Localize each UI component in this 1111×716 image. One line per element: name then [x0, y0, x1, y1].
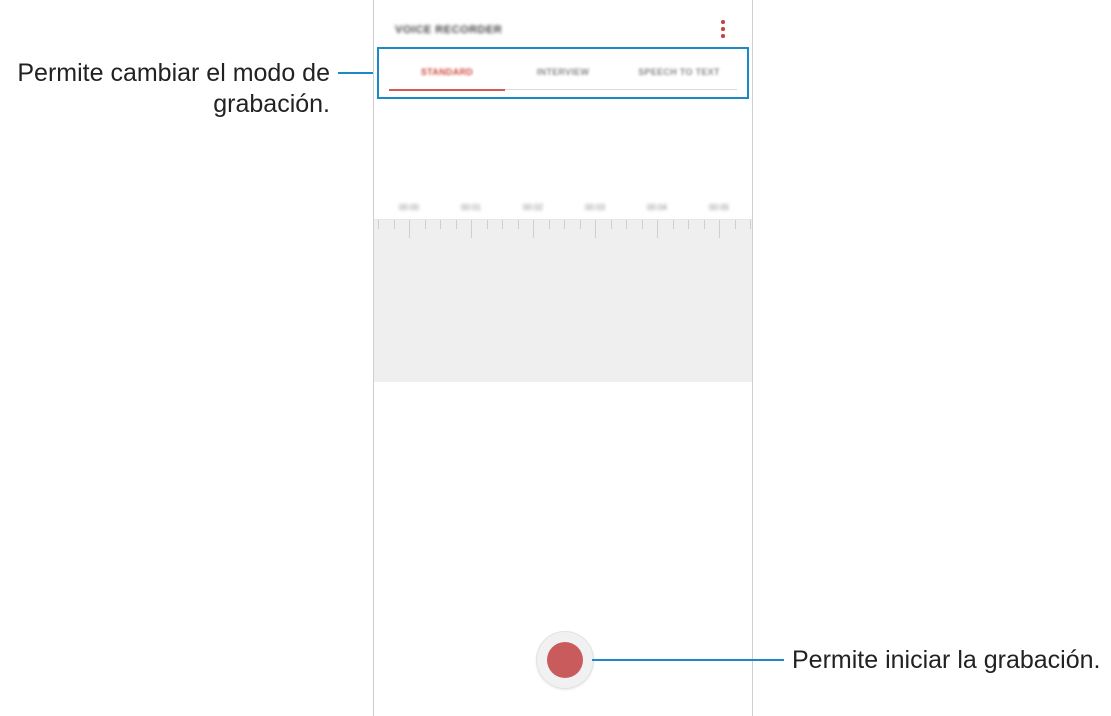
time-label: 00:01 [460, 203, 482, 212]
ruler-tick [393, 220, 395, 229]
record-annotation: Permite iniciar la grabación. [792, 646, 1101, 674]
tab-standard-label: STANDARD [420, 67, 474, 77]
app-title: VOICE RECORDER [395, 24, 503, 36]
ruler-tick [626, 220, 627, 229]
ruler-tick [440, 220, 441, 229]
recording-timeline: 00:00 00:01 00:02 00:03 00:04 00:05 [374, 195, 752, 385]
ruler-tick [719, 220, 720, 238]
ruler-tick [657, 220, 658, 238]
ruler-tick [378, 220, 379, 229]
mode-annotation: Permite cambiar el modo de grabación. [8, 58, 330, 120]
phone-screen: VOICE RECORDER STANDARD INTERVIEW SPEECH… [373, 0, 753, 716]
tab-interview[interactable]: INTERVIEW [505, 59, 621, 89]
time-label: 00:03 [584, 203, 606, 212]
time-ruler [374, 219, 752, 238]
tab-interview-label: INTERVIEW [536, 67, 590, 77]
ruler-tick [533, 220, 534, 238]
recording-mode-tabs-highlight: STANDARD INTERVIEW SPEECH TO TEXT [377, 47, 749, 99]
ruler-tick [579, 220, 581, 229]
ruler-tick [455, 220, 457, 229]
ruler-tick [703, 220, 705, 229]
record-button[interactable] [537, 632, 593, 688]
time-label: 00:02 [522, 203, 544, 212]
tab-speech-to-text[interactable]: SPEECH TO TEXT [621, 59, 737, 89]
app-header: VOICE RECORDER [374, 0, 752, 46]
time-label: 00:00 [398, 203, 420, 212]
ruler-tick [750, 220, 751, 229]
more-vertical-icon[interactable] [719, 20, 727, 40]
manual-page: Permite cambiar el modo de grabación. VO… [0, 0, 1111, 716]
ruler-tick [502, 220, 503, 229]
ruler-tick [641, 220, 643, 229]
tab-standard[interactable]: STANDARD [389, 59, 505, 89]
time-labels: 00:00 00:01 00:02 00:03 00:04 00:05 [374, 203, 752, 215]
time-label: 00:04 [646, 203, 668, 212]
record-annotation-leader [592, 659, 784, 661]
ruler-tick [672, 220, 674, 229]
waveform-area [374, 220, 752, 382]
ruler-tick [688, 220, 689, 229]
active-tab-indicator [389, 89, 505, 91]
mode-annotation-line2: grabación. [213, 90, 330, 118]
mode-annotation-leader [338, 72, 376, 74]
ruler-tick [486, 220, 488, 229]
ruler-tick [734, 220, 736, 229]
ruler-tick [471, 220, 472, 238]
record-icon [547, 642, 583, 678]
mode-annotation-line1: Permite cambiar el modo de [17, 59, 330, 87]
time-label: 00:05 [708, 203, 730, 212]
ruler-tick [548, 220, 550, 229]
ruler-tick [564, 220, 565, 229]
tab-speech-to-text-label: SPEECH TO TEXT [638, 67, 720, 77]
ruler-tick [517, 220, 519, 229]
ruler-tick [595, 220, 596, 238]
recording-mode-tabs: STANDARD INTERVIEW SPEECH TO TEXT [389, 59, 737, 91]
ruler-tick [610, 220, 612, 229]
ruler-tick [409, 220, 410, 238]
ruler-tick [424, 220, 426, 229]
